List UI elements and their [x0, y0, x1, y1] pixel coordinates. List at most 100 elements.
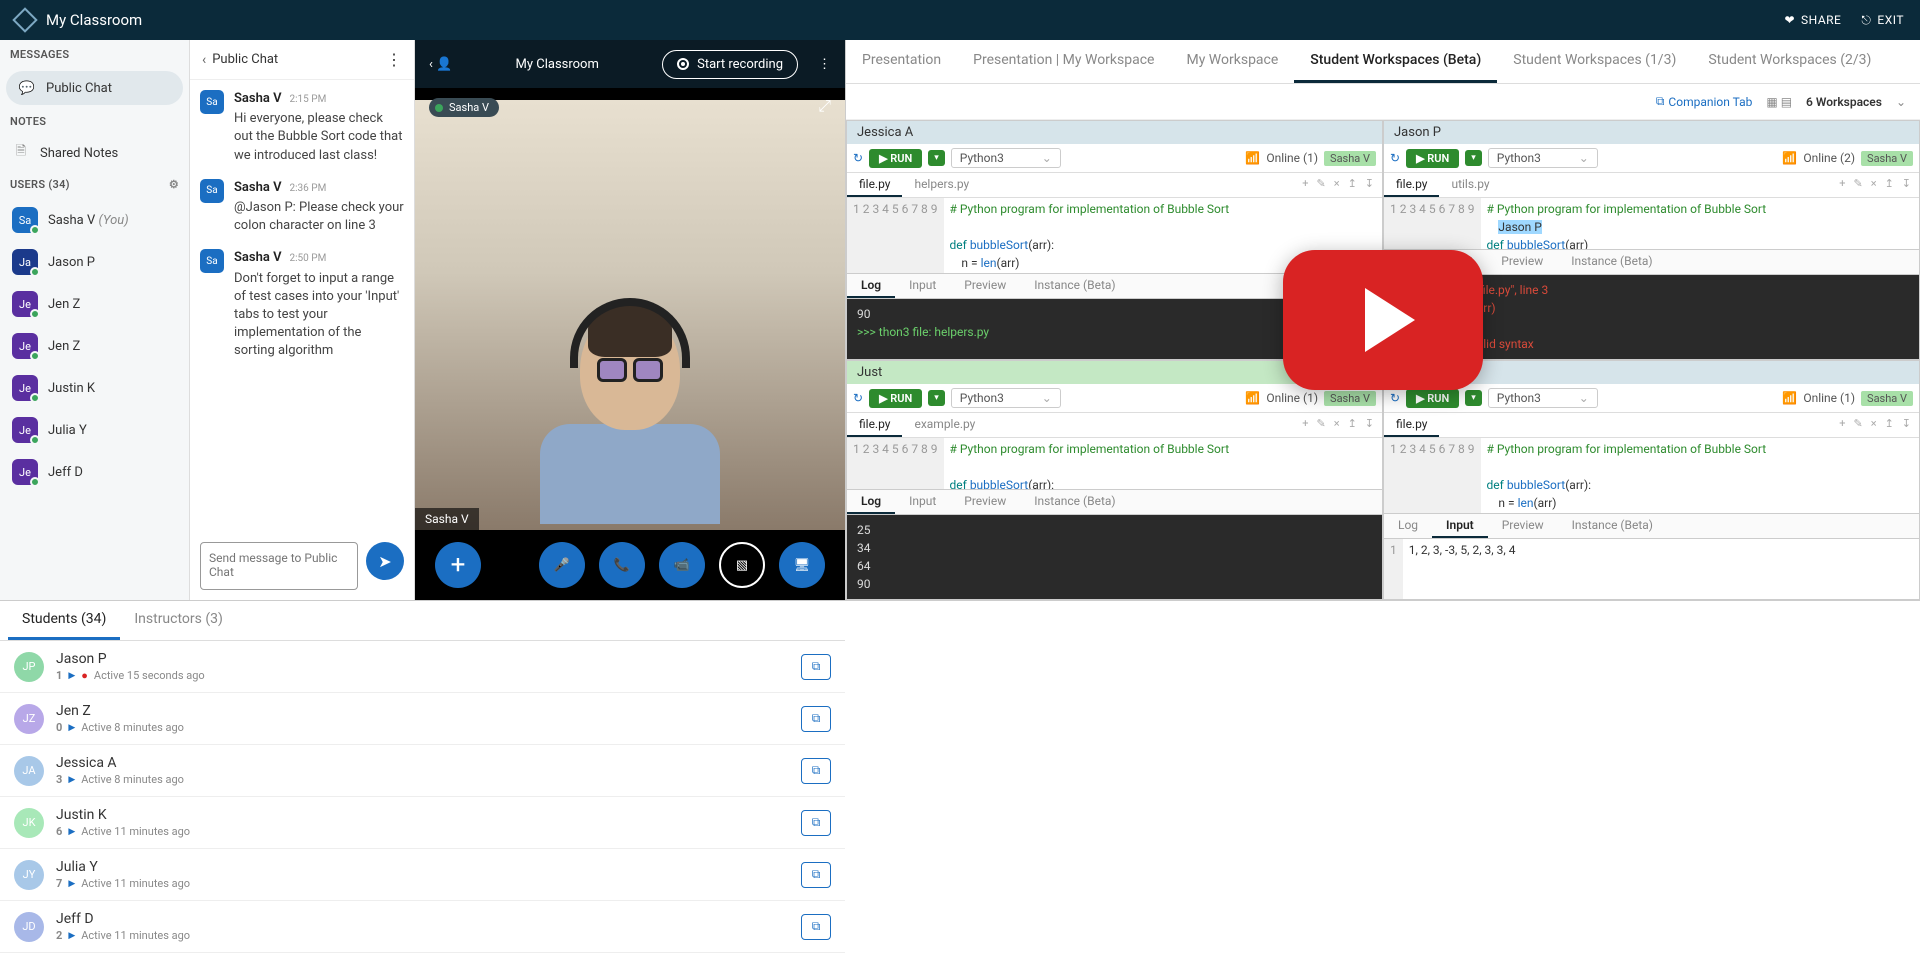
chevron-down-icon[interactable]: ⌄ [1896, 95, 1906, 109]
run-dropdown[interactable]: ▾ [928, 390, 945, 406]
code-body[interactable]: # Python program for implementation of B… [944, 438, 1382, 489]
student-row[interactable]: JDJeff D2 ▶ Active 11 minutes ago⧉ [0, 901, 845, 953]
run-button[interactable]: ▶ RUN [1406, 149, 1459, 168]
workspace-tab[interactable]: My Workspace [1170, 40, 1294, 83]
user-item[interactable]: JeJen Z [0, 283, 189, 325]
download-icon[interactable]: ↧ [1902, 417, 1911, 433]
more-icon[interactable]: ⋮ [386, 50, 402, 69]
students-tab[interactable]: Instructors (3) [120, 601, 237, 640]
expand-icon[interactable]: ⤢ [818, 96, 831, 116]
send-button[interactable]: ➤ [366, 542, 404, 580]
workspace-tab[interactable]: Student Workspaces (2/3) [1692, 40, 1887, 83]
open-workspace-button[interactable]: ⧉ [801, 810, 831, 836]
phone-button[interactable]: 📞 [599, 542, 645, 588]
camera-button[interactable]: 📹 [659, 542, 705, 588]
user-item[interactable]: JeJen Z [0, 325, 189, 367]
add-file-icon[interactable]: + [1302, 177, 1308, 193]
run-button[interactable]: ▶ RUN [1406, 389, 1459, 408]
download-icon[interactable]: ↧ [1902, 177, 1911, 193]
mic-button[interactable]: 🎤 [539, 542, 585, 588]
user-item[interactable]: JeJulia Y [0, 409, 189, 451]
refresh-icon[interactable]: ↻ [1390, 151, 1400, 165]
workspace-tab[interactable]: Student Workspaces (1/3) [1497, 40, 1692, 83]
students-tab[interactable]: Students (34) [8, 601, 120, 640]
output-tab[interactable]: Preview [1487, 250, 1557, 274]
add-button[interactable]: + [435, 542, 481, 588]
add-file-icon[interactable]: + [1839, 417, 1845, 433]
add-file-icon[interactable]: + [1302, 417, 1308, 433]
run-dropdown[interactable]: ▾ [1465, 390, 1482, 406]
download-icon[interactable]: ↧ [1365, 177, 1374, 193]
run-dropdown[interactable]: ▾ [928, 150, 945, 166]
output-tab[interactable]: Preview [950, 490, 1020, 514]
refresh-icon[interactable]: ↻ [853, 391, 863, 405]
file-tab[interactable]: utils.py [1439, 173, 1501, 197]
user-item[interactable]: JeJeff D [0, 451, 189, 493]
output-tab[interactable]: Instance (Beta) [1020, 274, 1129, 298]
file-tab[interactable]: example.py [902, 413, 987, 437]
screen-button[interactable]: ▧ [719, 542, 765, 588]
user-item[interactable]: SaSasha V (You) [0, 199, 189, 241]
companion-tab-link[interactable]: ⧉ Companion Tab [1656, 94, 1753, 109]
sidebar-shared-notes[interactable]: 🗎 Shared Notes [0, 136, 189, 170]
output-tab[interactable]: Input [895, 274, 950, 298]
edit-icon[interactable]: ✎ [1853, 177, 1862, 193]
open-workspace-button[interactable]: ⧉ [801, 654, 831, 680]
file-tab[interactable]: helpers.py [902, 173, 981, 197]
run-dropdown[interactable]: ▾ [1465, 150, 1482, 166]
output-tab[interactable]: Log [847, 274, 895, 298]
share-button[interactable]: ❤︎ SHARE [1784, 13, 1841, 27]
edit-icon[interactable]: ✎ [1853, 417, 1862, 433]
present-button[interactable]: 🖥 [779, 542, 825, 588]
open-workspace-button[interactable]: ⧉ [801, 706, 831, 732]
play-overlay-button[interactable] [1283, 250, 1483, 390]
refresh-icon[interactable]: ↻ [1390, 391, 1400, 405]
more-icon[interactable]: ⋮ [818, 57, 831, 72]
student-row[interactable]: JPJason P1 ▶ ● Active 15 seconds ago⧉ [0, 641, 845, 693]
student-row[interactable]: JYJulia Y7 ▶ Active 11 minutes ago⧉ [0, 849, 845, 901]
refresh-icon[interactable]: ↻ [853, 151, 863, 165]
workspace-tab[interactable]: Presentation | My Workspace [957, 40, 1170, 83]
workspace-count[interactable]: 6 Workspaces [1806, 95, 1882, 109]
chat-input[interactable] [200, 542, 358, 590]
sidebar-public-chat[interactable]: 💬 Public Chat [6, 71, 183, 105]
output-tab[interactable]: Preview [950, 274, 1020, 298]
code-body[interactable]: # Python program for implementation of B… [1481, 198, 1919, 249]
output-tab[interactable]: Log [847, 490, 895, 514]
output-tab[interactable]: Preview [1488, 514, 1558, 538]
chevron-left-icon[interactable]: ‹ [202, 52, 206, 68]
student-row[interactable]: JAJessica A3 ▶ Active 8 minutes ago⧉ [0, 745, 845, 797]
output-tab[interactable]: Instance (Beta) [1020, 490, 1129, 514]
upload-icon[interactable]: ↥ [1885, 177, 1894, 193]
output-tab[interactable]: Input [1432, 514, 1488, 538]
student-row[interactable]: JZJen Z0 ▶ Active 8 minutes ago⧉ [0, 693, 845, 745]
run-button[interactable]: ▶ RUN [869, 149, 922, 168]
close-icon[interactable]: × [1871, 417, 1877, 433]
workspace-tab[interactable]: Presentation [846, 40, 957, 83]
language-select[interactable]: Python3 ⌄ [951, 388, 1061, 408]
record-button[interactable]: Start recording [662, 50, 798, 79]
code-editor[interactable]: 1 2 3 4 5 6 7 8 9 # Python program for i… [1384, 198, 1919, 249]
edit-icon[interactable]: ✎ [1316, 177, 1325, 193]
open-workspace-button[interactable]: ⧉ [801, 862, 831, 888]
output-tab[interactable]: Input [895, 490, 950, 514]
edit-icon[interactable]: ✎ [1316, 417, 1325, 433]
user-item[interactable]: JaJason P [0, 241, 189, 283]
upload-icon[interactable]: ↥ [1885, 417, 1894, 433]
file-tab[interactable]: file.py [847, 173, 902, 197]
language-select[interactable]: Python3 ⌄ [1488, 388, 1598, 408]
file-tab[interactable]: file.py [1384, 173, 1439, 197]
grid-view-icon[interactable]: ▦ ▤ [1766, 95, 1792, 109]
code-editor[interactable]: 1 2 3 4 5 6 7 8 9 # Python program for i… [1384, 438, 1919, 513]
output-tab[interactable]: Log [1384, 514, 1432, 538]
output-tab[interactable]: Instance (Beta) [1558, 514, 1667, 538]
users-icon[interactable]: ‹ 👤 [429, 57, 452, 72]
user-item[interactable]: JeJustin K [0, 367, 189, 409]
open-workspace-button[interactable]: ⧉ [801, 914, 831, 940]
code-body[interactable]: # Python program for implementation of B… [1481, 438, 1919, 513]
file-tab[interactable]: file.py [1384, 413, 1439, 437]
close-icon[interactable]: × [1334, 417, 1340, 433]
upload-icon[interactable]: ↥ [1348, 417, 1357, 433]
run-button[interactable]: ▶ RUN [869, 389, 922, 408]
open-workspace-button[interactable]: ⧉ [801, 758, 831, 784]
